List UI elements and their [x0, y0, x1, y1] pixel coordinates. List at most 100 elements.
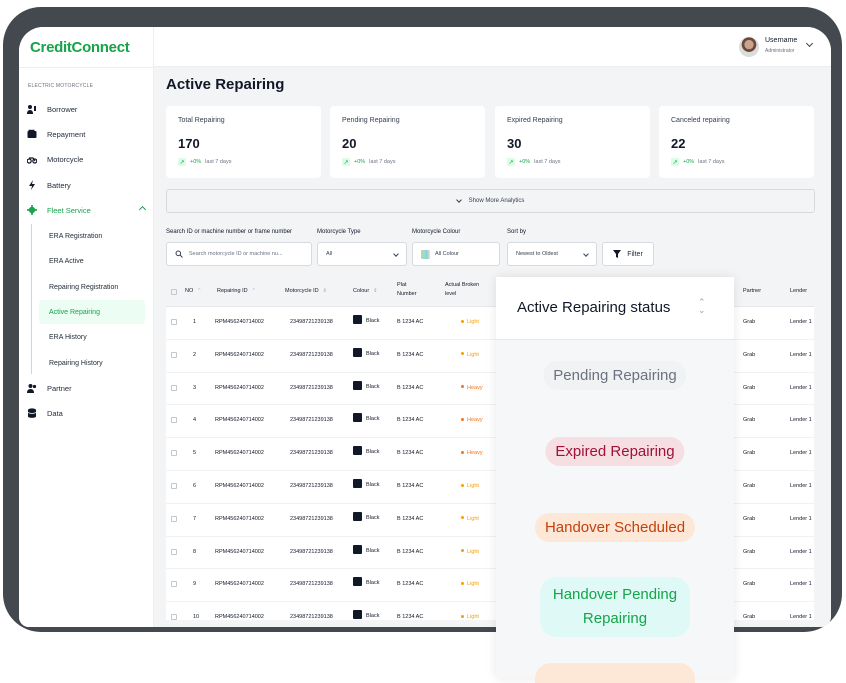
motorcycle-type-select[interactable]: All	[317, 242, 407, 266]
motorcycle-colour-label: Motorcycle Colour	[412, 229, 461, 235]
search-icon	[175, 250, 183, 258]
row-checkbox[interactable]	[171, 351, 177, 358]
cell-colour: Black	[353, 511, 379, 521]
status-option-partial[interactable]	[535, 663, 695, 683]
cell-colour: Black	[353, 610, 379, 620]
cell-repairing-id: RPM456240714002	[215, 515, 264, 522]
col-motorcycle-id[interactable]: Motorcycle ID ⇕	[285, 287, 327, 296]
cell-lender: Lender 1	[790, 581, 812, 588]
filter-button[interactable]: Filter	[602, 242, 654, 266]
status-dropdown-header[interactable]: Active Repairing status ⌃ ⌄	[496, 277, 734, 340]
cell-repairing-id: RPM456240714002	[215, 548, 264, 555]
trend-percent: +0%	[519, 159, 531, 165]
cell-plat-number: B 1234 AC	[397, 450, 424, 457]
show-more-analytics-button[interactable]: Show More Analytics	[166, 189, 815, 213]
submenu-item-repairing-registration[interactable]: Repairing Registration	[39, 275, 145, 299]
database-icon	[27, 408, 37, 418]
search-label: Search ID or machine number or frame num…	[166, 229, 293, 235]
sidebar-item-repayment[interactable]: Repayment	[27, 124, 147, 144]
level-label: Light	[467, 319, 479, 325]
cell-repairing-id: RPM456240714002	[215, 319, 264, 325]
cell-repairing-id: RPM456240714002	[215, 614, 264, 620]
funnel-icon	[613, 250, 622, 258]
cell-partner: Grab	[743, 384, 756, 391]
col-no[interactable]: NO ⌃	[185, 287, 201, 296]
cell-partner: Grab	[743, 319, 756, 325]
col-lender[interactable]: Lender	[790, 287, 807, 296]
cell-repairing-id: RPM456240714002	[215, 581, 264, 588]
row-checkbox[interactable]	[171, 450, 177, 457]
col-colour[interactable]: Colour ⇕	[353, 287, 377, 296]
cell-no: 8	[193, 548, 197, 555]
sidebar-item-motorcycle[interactable]: Motorcycle	[27, 149, 147, 169]
colour-swatch	[353, 315, 362, 324]
submenu-item-era-registration[interactable]: ERA Registration	[39, 224, 145, 248]
motorcycle-colour-select[interactable]: All Colour	[412, 242, 500, 266]
submenu-item-active-repairing[interactable]: Active Repairing	[39, 300, 145, 324]
row-checkbox[interactable]	[171, 319, 177, 325]
status-option-handover-pending[interactable]: Handover Pending Repairing	[540, 577, 690, 637]
status-option-expired[interactable]: Expired Repairing	[545, 437, 685, 466]
submenu-item-era-active[interactable]: ERA Active	[39, 249, 145, 273]
trend-up-icon: ↗	[507, 158, 515, 166]
stat-value: 20	[342, 136, 357, 151]
avatar[interactable]	[739, 37, 759, 57]
colour-label: Black	[366, 317, 380, 324]
select-value: All Colour	[435, 251, 459, 257]
chevron-up-icon	[138, 205, 147, 214]
cell-plat-number: B 1234 AC	[397, 351, 424, 358]
row-checkbox[interactable]	[171, 614, 177, 620]
col-partner[interactable]: Partner	[743, 287, 761, 296]
sidebar-item-data[interactable]: Data	[27, 403, 147, 423]
row-checkbox[interactable]	[171, 417, 177, 424]
cell-plat-number: B 1234 AC	[397, 483, 424, 489]
cell-partner: Grab	[743, 581, 756, 588]
submenu-item-era-history[interactable]: ERA History	[39, 325, 145, 349]
stat-card-expired: Expired Repairing 30 ↗ +0% last 7 days	[495, 106, 650, 178]
stat-trend: ↗ +0% last 7 days	[507, 158, 560, 166]
cell-broken-level: Light	[461, 319, 479, 325]
cell-motorcycle-id: 23498721239138	[290, 417, 333, 424]
sidebar-item-partner[interactable]: Partner	[27, 378, 147, 398]
cell-broken-level: Light	[461, 549, 479, 555]
cell-partner: Grab	[743, 515, 756, 522]
row-checkbox[interactable]	[171, 384, 177, 391]
cell-motorcycle-id: 23498721239138	[290, 450, 333, 457]
colour-label: Black	[366, 383, 380, 390]
sidebar-item-label: Motorcycle	[47, 154, 84, 164]
level-label: Heavy	[467, 417, 483, 424]
row-checkbox[interactable]	[171, 515, 177, 522]
row-checkbox[interactable]	[171, 548, 177, 555]
sidebar-item-borrower[interactable]: Borrower	[27, 99, 147, 119]
sidebar-item-battery[interactable]: Battery	[27, 175, 147, 195]
cell-colour: Black	[353, 315, 380, 324]
stat-value: 22	[671, 136, 686, 151]
cell-broken-level: Light	[461, 581, 479, 587]
col-broken-level[interactable]: Actual Broken level	[445, 281, 489, 299]
sort-select[interactable]: Newest to Oldest	[507, 242, 597, 266]
row-checkbox[interactable]	[171, 581, 177, 588]
stat-value: 30	[507, 136, 522, 151]
search-input[interactable]: Search motorcycle ID or machine nu...	[166, 242, 312, 266]
status-option-handover-scheduled[interactable]: Handover Scheduled	[534, 513, 696, 542]
status-dot-icon	[461, 417, 464, 421]
colour-swatch	[353, 347, 362, 357]
col-plat-number[interactable]: Plat Number	[397, 281, 427, 299]
stat-label: Total Repairing	[178, 117, 225, 124]
cell-no: 10	[193, 614, 200, 620]
status-option-pending[interactable]: Pending Repairing	[543, 361, 687, 390]
select-all-checkbox[interactable]	[171, 289, 177, 295]
submenu-item-repairing-history[interactable]: Repairing History	[39, 351, 145, 375]
cell-broken-level: Heavy	[461, 417, 483, 423]
chevron-down-icon[interactable]	[805, 39, 814, 48]
col-repairing-id[interactable]: Repairing ID ⌃	[217, 287, 256, 296]
cell-plat-number: B 1234 AC	[397, 515, 424, 522]
cell-colour: Black	[353, 577, 379, 587]
cell-broken-level: Heavy	[461, 385, 483, 391]
trend-up-icon: ↗	[342, 158, 350, 166]
row-checkbox[interactable]	[171, 483, 177, 489]
sidebar-item-label: Repayment	[47, 129, 86, 139]
cell-partner: Grab	[743, 614, 756, 620]
colour-label: Black	[366, 350, 380, 357]
sidebar-item-fleet-service[interactable]: Fleet Service	[27, 200, 147, 220]
